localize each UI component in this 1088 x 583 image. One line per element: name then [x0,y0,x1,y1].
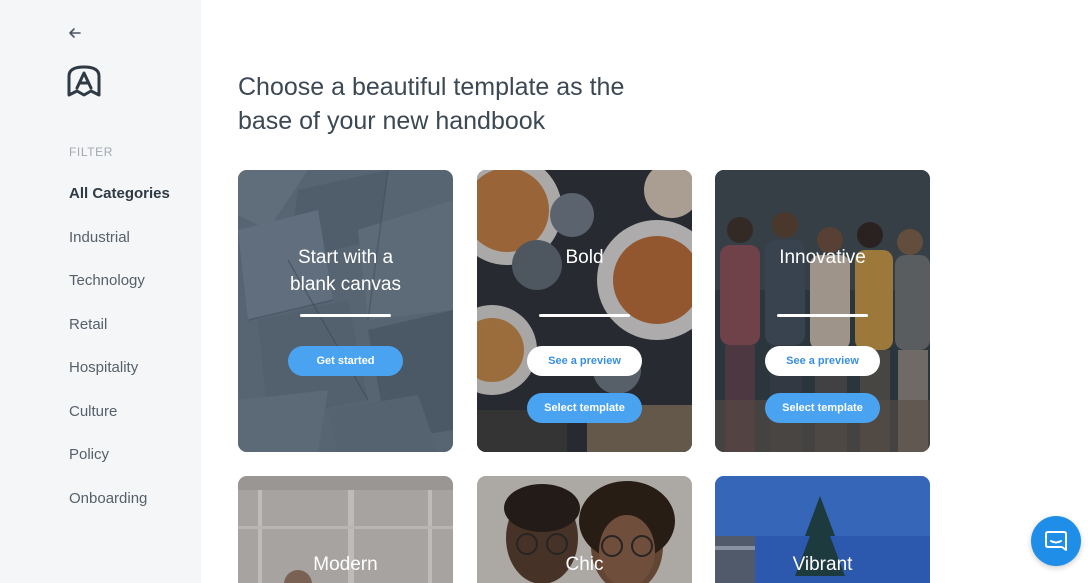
select-template-button[interactable]: Select template [765,393,880,423]
template-card-vibrant[interactable]: Vibrant [715,476,930,583]
get-started-button[interactable]: Get started [288,346,403,376]
template-card-innovative[interactable]: Innovative See a preview Select template [715,170,930,452]
title-underline [300,314,391,317]
filter-heading: FILTER [69,145,114,159]
card-title-line2: blank canvas [290,274,401,295]
template-card-blank[interactable]: Start with a blank canvas Get started [238,170,453,452]
category-retail[interactable]: Retail [69,315,170,359]
category-policy[interactable]: Policy [69,445,170,489]
category-culture[interactable]: Culture [69,402,170,446]
title-underline [777,314,868,317]
title-underline [539,314,630,317]
card-background-image [238,170,453,452]
page-title: Choose a beautiful template as the base … [238,73,625,135]
sidebar: FILTER All Categories Industrial Technol… [0,0,201,583]
card-title: Innovative [779,247,866,268]
category-hospitality[interactable]: Hospitality [69,358,170,402]
category-industrial[interactable]: Industrial [69,228,170,272]
chat-launcher-button[interactable] [1031,516,1081,566]
select-template-button[interactable]: Select template [527,393,642,423]
template-card-modern[interactable]: Modern [238,476,453,583]
chat-bubble-icon [1045,531,1067,551]
card-title: Vibrant [792,554,853,575]
template-card-chic[interactable]: Chic [477,476,692,583]
category-onboarding[interactable]: Onboarding [69,489,170,533]
card-title: Bold [565,247,604,268]
category-all[interactable]: All Categories [69,184,170,228]
see-preview-button[interactable]: See a preview [527,346,642,376]
card-title: Modern [313,554,378,575]
template-card-bold[interactable]: Bold See a preview Select template [477,170,692,452]
back-arrow-icon[interactable] [66,24,84,42]
card-title-line1: Start with a [297,247,394,268]
category-list: All Categories Industrial Technology Ret… [69,184,170,532]
category-technology[interactable]: Technology [69,271,170,315]
card-title: Chic [565,554,604,575]
handbook-logo-icon [67,65,101,97]
see-preview-button[interactable]: See a preview [765,346,880,376]
